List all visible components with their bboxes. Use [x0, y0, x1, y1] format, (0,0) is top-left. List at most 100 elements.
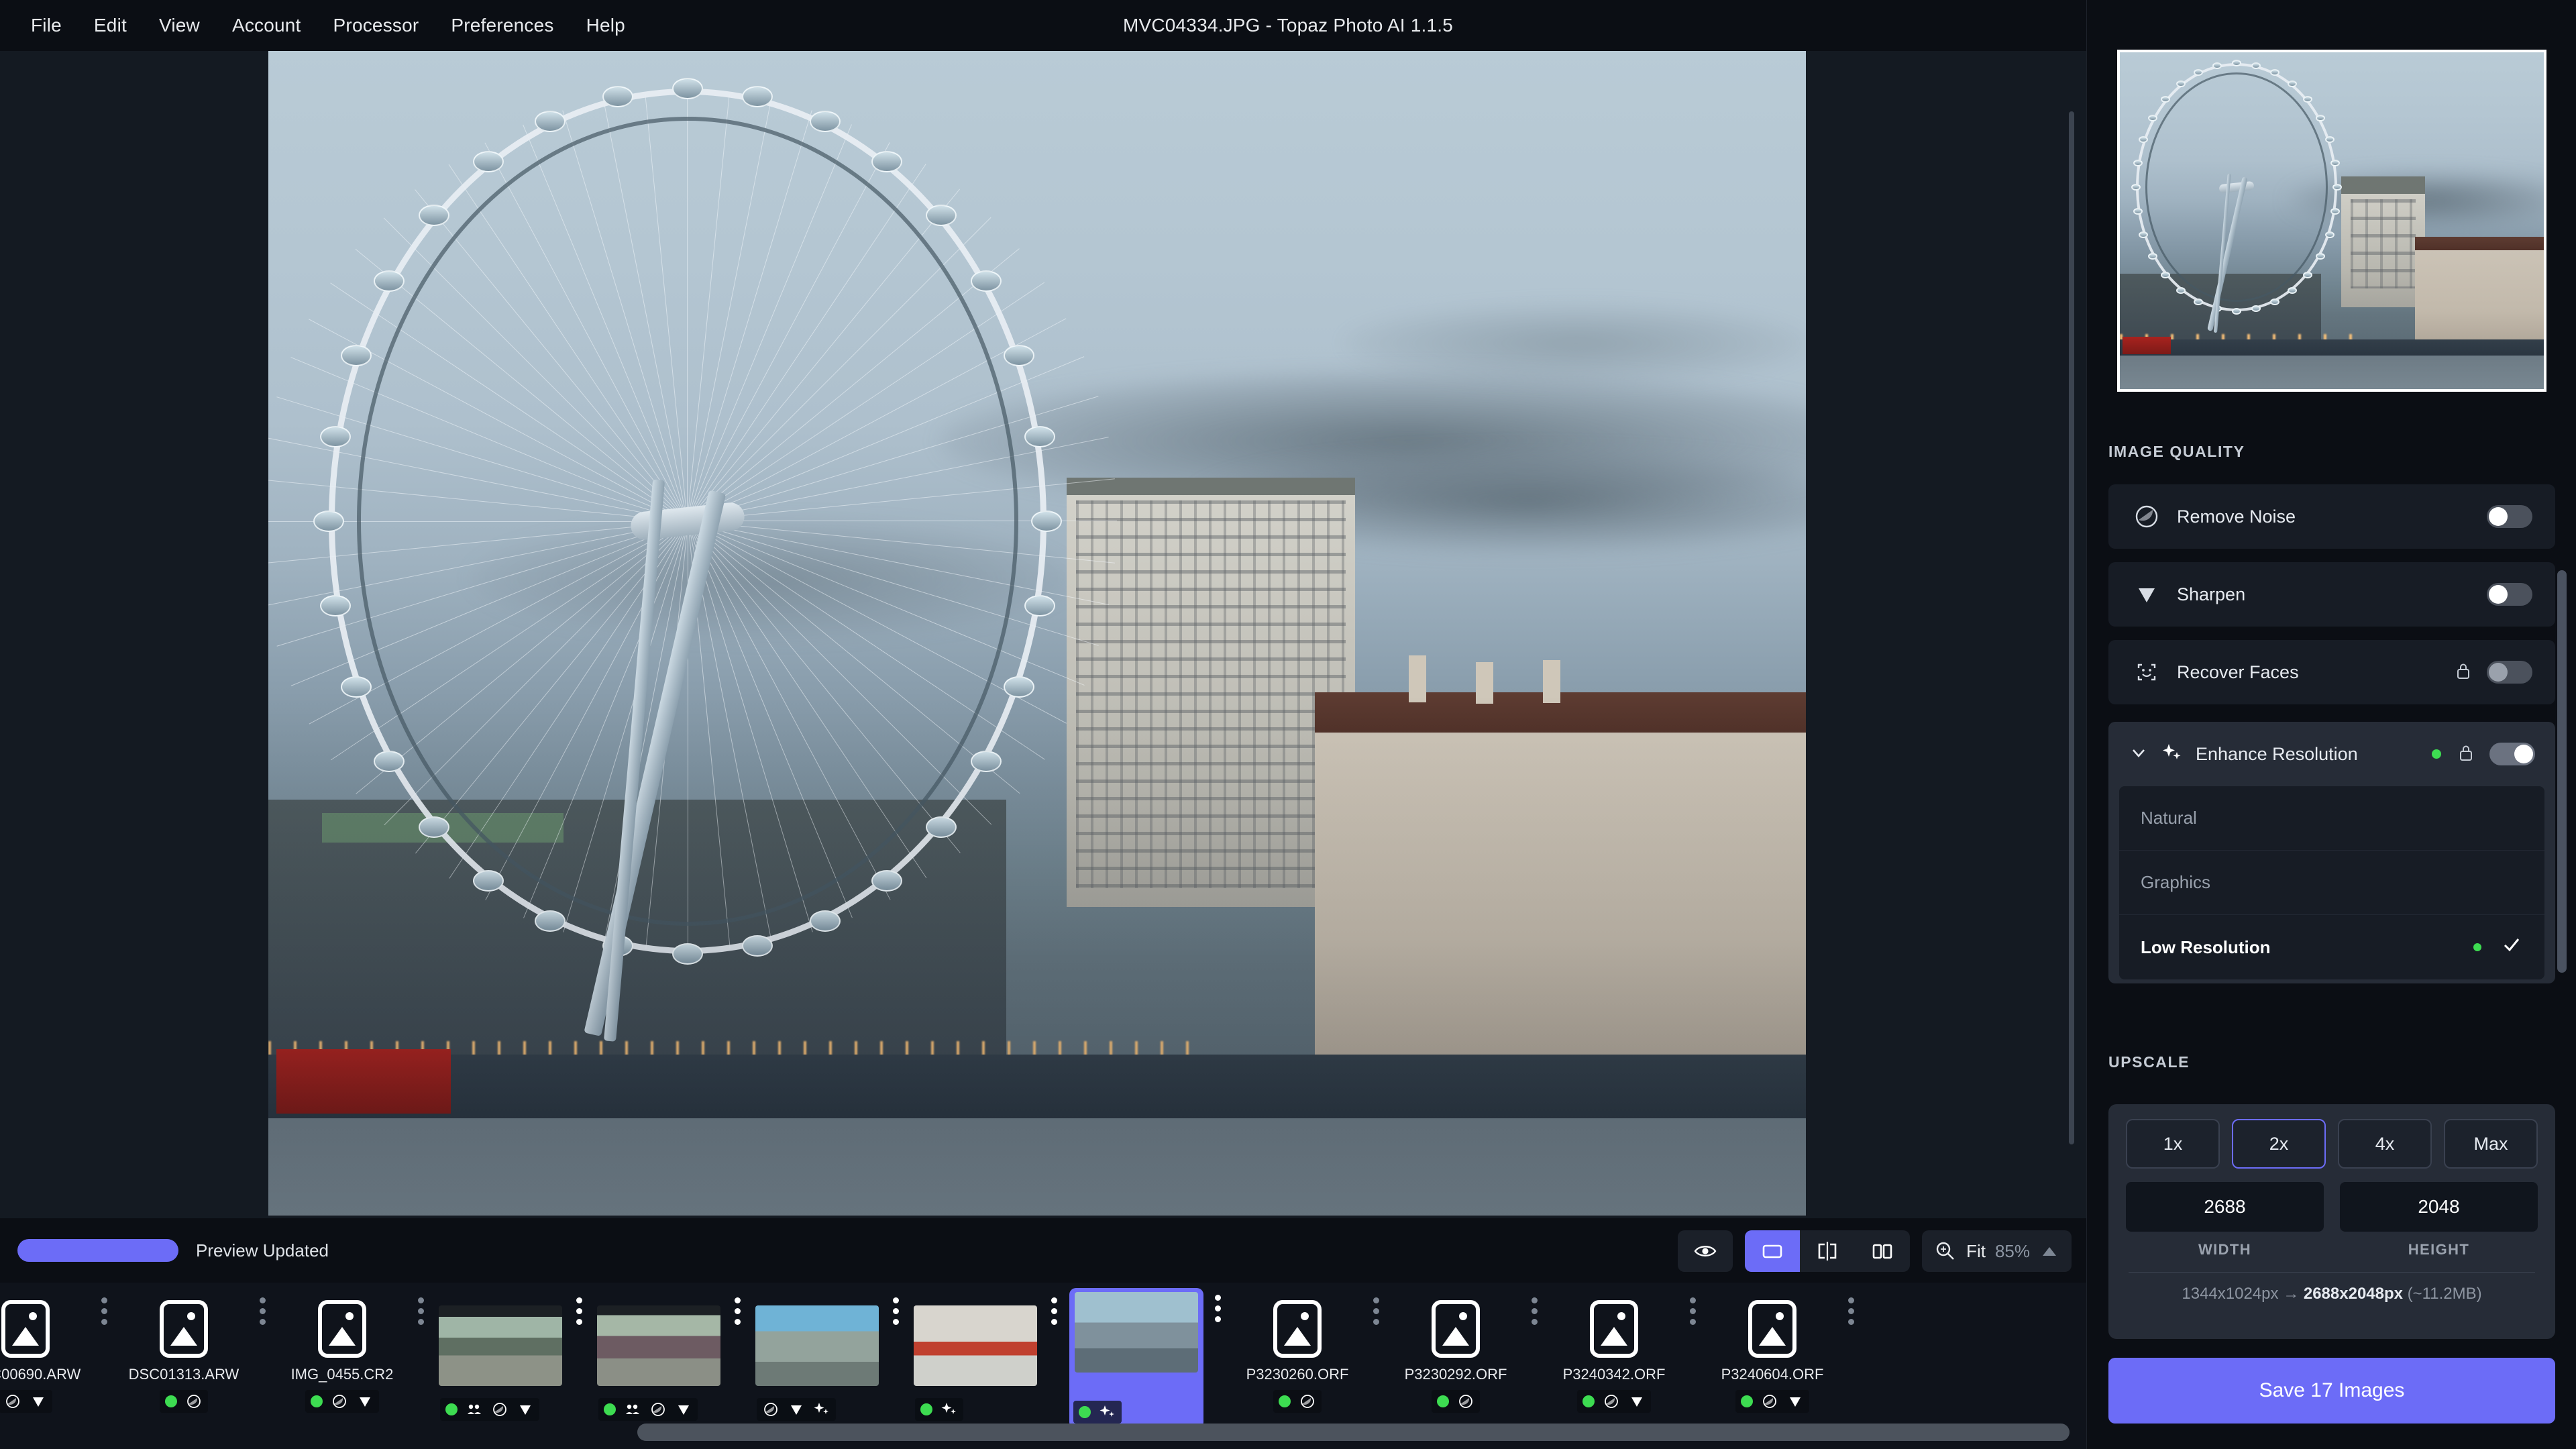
filmstrip-item-menu-button[interactable]: [735, 1297, 741, 1325]
shell-tower-building: [2341, 176, 2425, 307]
filmstrip-item[interactable]: IMG_0455.CR2: [278, 1291, 424, 1426]
image-placeholder-icon: [1273, 1300, 1322, 1358]
toggle-original-button[interactable]: [1678, 1230, 1733, 1272]
wheel-pod: [2176, 80, 2186, 88]
filmstrip-item-menu-button[interactable]: [101, 1297, 107, 1325]
filmstrip-item-badges: [915, 1398, 963, 1421]
wheel-pod: [742, 934, 773, 957]
filmstrip-item-menu-button[interactable]: [576, 1297, 582, 1325]
status-dot: [311, 1395, 323, 1407]
view-mode-single[interactable]: [1745, 1230, 1801, 1272]
option-label-graphics: Graphics: [2141, 872, 2211, 892]
filmstrip-item[interactable]: [753, 1291, 899, 1426]
filmstrip-item-menu-button[interactable]: [893, 1297, 899, 1325]
filmstrip-item-menu-button[interactable]: [1373, 1297, 1379, 1325]
menu-item-help[interactable]: Help: [570, 9, 641, 42]
upscale-factor-4x[interactable]: 4x: [2338, 1119, 2432, 1169]
wheel-pod: [2315, 115, 2325, 122]
width-label: WIDTH: [2198, 1241, 2252, 1258]
filmstrip-item-menu-button[interactable]: [1690, 1297, 1696, 1325]
zoom-control[interactable]: Fit 85%: [1922, 1230, 2072, 1272]
filmstrip-item[interactable]: [594, 1291, 741, 1426]
preview-image: [268, 51, 1806, 1216]
wheel-pod: [672, 78, 703, 99]
sharpen-icon: [791, 1405, 802, 1415]
wheel-pod: [313, 511, 344, 532]
image-quality-section-label: IMAGE QUALITY: [2108, 443, 2245, 460]
view-mode-side-by-side[interactable]: [1855, 1230, 1910, 1272]
right-panel: IMAGE QUALITY Remove Noise Sharpen Recov…: [2086, 0, 2576, 1449]
wheel-pod: [970, 751, 1002, 773]
option-graphics[interactable]: Graphics: [2119, 851, 2544, 915]
wheel-pod: [2303, 96, 2313, 103]
image-placeholder-icon: [1, 1300, 50, 1358]
filmstrip-item-menu-button[interactable]: [1848, 1297, 1854, 1325]
height-input[interactable]: 2048: [2340, 1182, 2538, 1232]
filmstrip-item-filename: P3230260.ORF: [1246, 1366, 1349, 1383]
filmstrip-horizontal-scrollbar[interactable]: [637, 1424, 2070, 1441]
image-placeholder-icon: [1748, 1300, 1796, 1358]
navigator-preview[interactable]: [2095, 43, 2569, 398]
wheel-pod: [809, 910, 841, 932]
sparkle-icon: [941, 1403, 956, 1414]
image-canvas[interactable]: [0, 51, 2086, 1218]
filmstrip-item[interactable]: P3230260.ORF: [1233, 1291, 1379, 1426]
wheel-pod: [672, 943, 703, 965]
tool-row-sharpen[interactable]: Sharpen: [2108, 562, 2555, 627]
tool-row-recover-faces[interactable]: Recover Faces: [2108, 640, 2555, 704]
filmstrip-item[interactable]: P3230292.ORF: [1391, 1291, 1538, 1426]
menu-item-view[interactable]: View: [143, 9, 216, 42]
filmstrip-item-menu-button[interactable]: [260, 1297, 266, 1325]
menu-item-preferences[interactable]: Preferences: [435, 9, 570, 42]
upscale-factor-2x[interactable]: 2x: [2232, 1119, 2326, 1169]
size-conversion-text: 1344x1024px → 2688x2048px (~11.2MB): [2126, 1285, 2538, 1303]
filmstrip-item[interactable]: P3240604.ORF: [1708, 1291, 1854, 1426]
filmstrip-item-thumbnail: [597, 1305, 720, 1386]
tool-label-recover-faces: Recover Faces: [2177, 661, 2299, 682]
upscale-factor-max[interactable]: Max: [2444, 1119, 2538, 1169]
noise-icon: [6, 1395, 19, 1408]
enhance-resolution-label: Enhance Resolution: [2196, 743, 2358, 764]
save-images-button[interactable]: Save 17 Images: [2108, 1358, 2555, 1424]
toggle-enhance-resolution[interactable]: [2489, 743, 2535, 765]
tool-row-remove-noise[interactable]: Remove Noise: [2108, 484, 2555, 549]
option-natural[interactable]: Natural: [2119, 786, 2544, 851]
view-mode-split[interactable]: [1800, 1230, 1855, 1272]
filmstrip-item[interactable]: P3240342.ORF: [1550, 1291, 1696, 1426]
noise-icon: [493, 1403, 506, 1416]
wheel-pod: [2251, 62, 2261, 69]
chevron-down-icon[interactable]: [2129, 743, 2149, 766]
upscale-factor-1x[interactable]: 1x: [2126, 1119, 2220, 1169]
option-low-resolution[interactable]: Low Resolution: [2119, 915, 2544, 979]
sharpen-icon: [1790, 1397, 1801, 1407]
wheel-pod: [340, 345, 372, 367]
menu-item-account[interactable]: Account: [216, 9, 317, 42]
ferris-wheel: [268, 78, 1117, 965]
toggle-recover-faces[interactable]: [2487, 661, 2532, 684]
wheel-pod: [2131, 184, 2141, 191]
toggle-sharpen[interactable]: [2487, 583, 2532, 606]
face-icon: [2131, 658, 2162, 686]
height-label: HEIGHT: [2408, 1241, 2470, 1258]
enhance-resolution-header[interactable]: Enhance Resolution: [2108, 722, 2555, 786]
canvas-vertical-scrollbar[interactable]: [2069, 111, 2074, 1144]
filmstrip-item-menu-button[interactable]: [1532, 1297, 1538, 1325]
conversion-arrow: →: [2283, 1285, 2300, 1303]
filmstrip-item[interactable]: [436, 1291, 582, 1426]
filmstrip-item-menu-button[interactable]: [1051, 1297, 1057, 1325]
filmstrip-item[interactable]: [911, 1291, 1057, 1426]
cloud-band: [1342, 303, 1806, 384]
filmstrip-item-menu-button[interactable]: [418, 1297, 424, 1325]
filmstrip-item-menu-button[interactable]: [1215, 1295, 1221, 1322]
filmstrip-item-selected[interactable]: [1069, 1288, 1221, 1429]
filmstrip-item-filename: P3240342.ORF: [1562, 1366, 1666, 1383]
width-input[interactable]: 2688: [2126, 1182, 2324, 1232]
menu-item-processor[interactable]: Processor: [317, 9, 435, 42]
toggle-remove-noise[interactable]: [2487, 505, 2532, 528]
panel-vertical-scrollbar[interactable]: [2557, 570, 2567, 973]
wheel-pod: [2315, 252, 2325, 260]
filmstrip-item[interactable]: DSC01313.ARW: [119, 1291, 266, 1426]
menu-item-edit[interactable]: Edit: [78, 9, 143, 42]
filmstrip-item[interactable]: DSC00690.ARW: [0, 1291, 107, 1426]
menu-item-file[interactable]: File: [15, 9, 78, 42]
